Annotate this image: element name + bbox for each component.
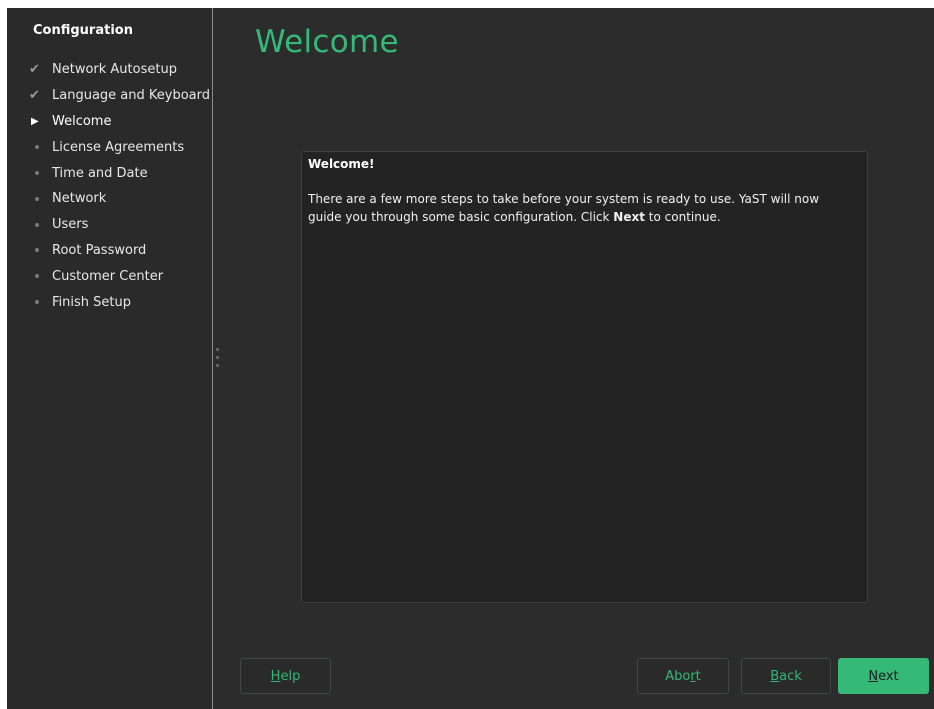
step-label: Time and Date	[52, 165, 148, 181]
play-arrow-icon: ▶	[31, 115, 39, 127]
bullet-dot-icon	[27, 171, 52, 176]
next-button[interactable]: Next	[838, 658, 929, 694]
step-license-agreements: License Agreements	[27, 134, 210, 160]
panel-heading: Welcome!	[308, 157, 375, 171]
welcome-text-panel: Welcome! There are a few more steps to t…	[301, 151, 868, 603]
bullet-dot-icon	[27, 196, 52, 201]
sidebar-divider	[212, 8, 213, 709]
back-button[interactable]: Back	[741, 658, 831, 694]
step-customer-center: Customer Center	[27, 263, 210, 289]
checkmark-icon: ✔	[29, 62, 40, 78]
step-time-and-date: Time and Date	[27, 160, 210, 186]
step-root-password: Root Password	[27, 238, 210, 264]
step-finish-setup: Finish Setup	[27, 289, 210, 315]
bullet-dot-icon	[27, 274, 52, 279]
step-label: Root Password	[52, 242, 147, 258]
next-emphasis: Next	[613, 210, 645, 224]
step-label: Finish Setup	[52, 294, 131, 310]
step-label: License Agreements	[52, 139, 185, 155]
step-welcome: ▶ Welcome	[27, 109, 210, 135]
bullet-dot-icon	[27, 222, 52, 227]
step-label: Network	[52, 191, 107, 207]
sidebar-title: Configuration	[33, 23, 133, 38]
bullet-dot-icon	[27, 145, 52, 150]
step-label: Network Autosetup	[52, 62, 177, 78]
bullet-dot-icon	[27, 300, 52, 305]
panel-body-text: There are a few more steps to take befor…	[308, 192, 820, 224]
step-network-autosetup: ✔ Network Autosetup	[27, 57, 210, 83]
splitter-handle[interactable]	[216, 348, 220, 372]
step-label: Customer Center	[52, 268, 164, 284]
yast-window: Configuration ✔ Network Autosetup ✔ Lang…	[7, 8, 934, 709]
checkmark-icon: ✔	[29, 88, 40, 104]
step-list: ✔ Network Autosetup ✔ Language and Keybo…	[27, 57, 210, 315]
step-label: Language and Keyboard	[52, 88, 210, 104]
step-users: Users	[27, 212, 210, 238]
steps-sidebar: Configuration ✔ Network Autosetup ✔ Lang…	[7, 8, 212, 709]
bullet-dot-icon	[27, 248, 52, 253]
step-label: Users	[52, 217, 89, 233]
step-language-and-keyboard: ✔ Language and Keyboard	[27, 83, 210, 109]
page-title: Welcome	[255, 24, 399, 60]
step-label: Welcome	[52, 113, 112, 129]
step-network: Network	[27, 186, 210, 212]
abort-button[interactable]: Abo r t	[637, 658, 729, 694]
help-button[interactable]: Help	[240, 658, 331, 694]
